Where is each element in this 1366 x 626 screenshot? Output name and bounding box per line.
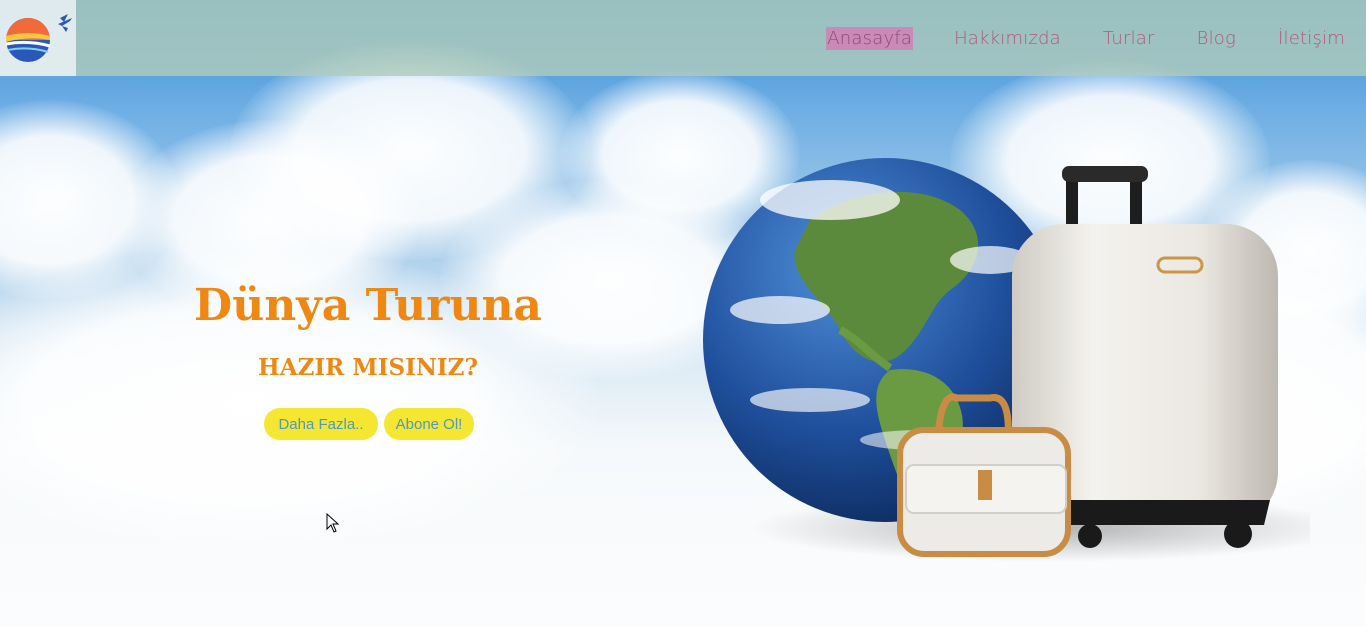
subscribe-button[interactable]: Abone Ol! — [384, 408, 474, 440]
more-button[interactable]: Daha Fazla.. — [264, 408, 378, 440]
nav-link-blog[interactable]: Blog — [1196, 27, 1237, 50]
mouse-cursor-icon — [326, 513, 340, 533]
hero-subtitle: HAZIR MISINIZ? — [258, 354, 478, 381]
nav-link-anasayfa[interactable]: Anasayfa — [826, 26, 914, 50]
main-nav: Anasayfa Hakkımızda Turlar Blog İletişim — [826, 26, 1346, 50]
globe-airplane-logo-icon — [5, 14, 72, 62]
nav-link-hakkimizda[interactable]: Hakkımızda — [953, 27, 1062, 50]
hero-title: Dünya Turuna — [194, 280, 542, 331]
nav-link-iletisim[interactable]: İletişim — [1277, 27, 1346, 50]
logo[interactable] — [0, 0, 76, 76]
hero-buttons: Daha Fazla.. Abone Ol! — [264, 408, 474, 440]
earth-suitcase-illustration — [703, 158, 1310, 562]
top-navbar: Anasayfa Hakkımızda Turlar Blog İletişim — [0, 0, 1366, 76]
nav-link-turlar[interactable]: Turlar — [1102, 27, 1156, 50]
